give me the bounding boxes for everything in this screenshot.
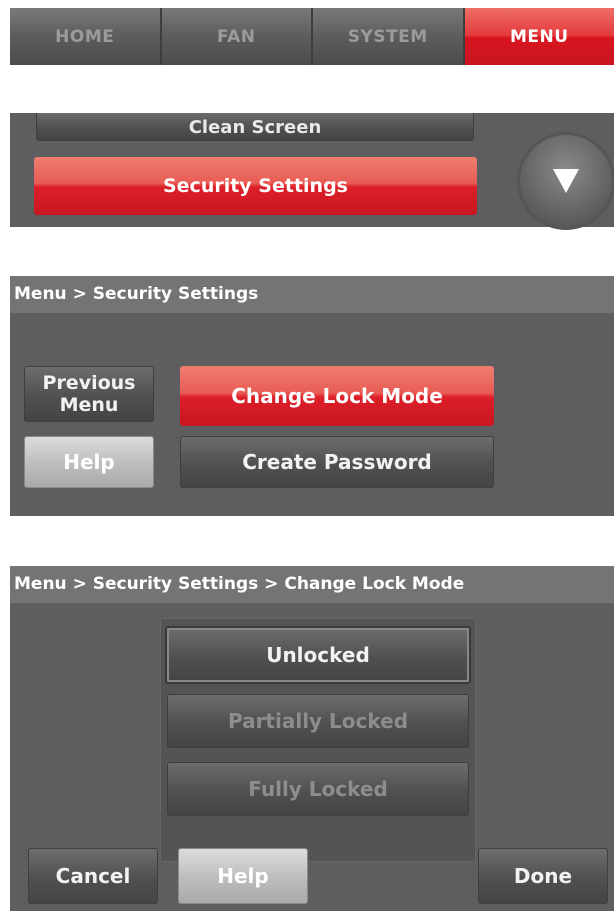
breadcrumb: Menu > Security Settings	[10, 276, 614, 313]
breadcrumb: Menu > Security Settings > Change Lock M…	[10, 566, 614, 603]
scroll-down-button[interactable]	[520, 135, 612, 227]
tab-menu[interactable]: MENU	[464, 8, 614, 65]
change-lock-mode-button[interactable]: Change Lock Mode	[180, 366, 494, 426]
previous-menu-button[interactable]: Previous Menu	[24, 366, 154, 422]
triangle-down-icon	[553, 169, 579, 193]
help-button[interactable]: Help	[24, 436, 154, 488]
menu-list-panel: Clean Screen Security Settings	[10, 113, 614, 227]
tab-home[interactable]: HOME	[10, 8, 162, 65]
tab-system[interactable]: SYSTEM	[313, 8, 465, 65]
previous-menu-line1: Previous	[42, 372, 136, 394]
security-settings-panel: Menu > Security Settings Previous Menu H…	[10, 276, 614, 516]
previous-menu-label: Previous Menu	[43, 372, 136, 416]
tab-fan[interactable]: FAN	[161, 8, 313, 65]
lock-option-partially-locked[interactable]: Partially Locked	[167, 694, 469, 748]
menu-item-clean-screen[interactable]: Clean Screen	[36, 113, 474, 141]
previous-menu-line2: Menu	[59, 394, 119, 416]
menu-item-security-settings[interactable]: Security Settings	[34, 157, 477, 215]
cancel-button[interactable]: Cancel	[28, 848, 158, 904]
done-button[interactable]: Done	[478, 848, 608, 904]
help-button[interactable]: Help	[178, 848, 308, 904]
lock-option-unlocked[interactable]: Unlocked	[165, 626, 471, 684]
create-password-button[interactable]: Create Password	[180, 436, 494, 488]
lock-option-fully-locked[interactable]: Fully Locked	[167, 762, 469, 816]
change-lock-mode-panel: Menu > Security Settings > Change Lock M…	[10, 566, 614, 911]
top-nav-bar: HOME FAN SYSTEM MENU	[10, 8, 614, 65]
